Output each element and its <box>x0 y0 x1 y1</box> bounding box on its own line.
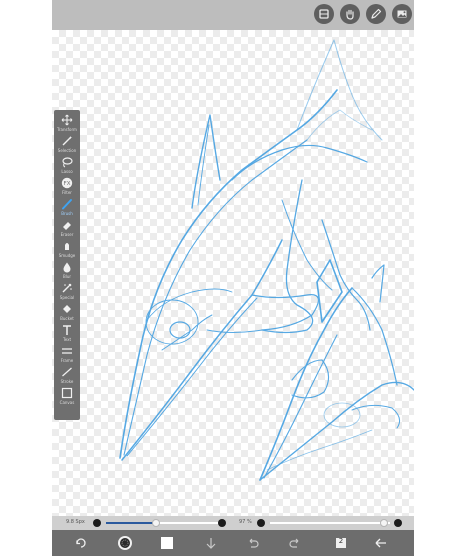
layers-icon[interactable] <box>314 4 334 24</box>
move-icon <box>61 114 73 126</box>
gallery-icon[interactable] <box>392 4 412 24</box>
tool-label: Special <box>59 295 75 300</box>
size-slider[interactable] <box>106 519 218 527</box>
text-icon <box>63 325 71 335</box>
top-bar <box>52 0 414 30</box>
tool-label: Bucket <box>60 316 74 321</box>
size-slider-fill <box>106 522 157 524</box>
pen-icon[interactable] <box>366 4 386 24</box>
tool-label: Transform <box>57 127 77 132</box>
canvas-icon <box>61 387 73 399</box>
tool-label: Text <box>62 337 72 342</box>
tool-label: Eraser <box>60 232 74 237</box>
redo-icon[interactable] <box>286 534 304 552</box>
smudge-icon <box>65 243 69 250</box>
back-arrow-icon[interactable] <box>372 534 390 552</box>
rotate-icon[interactable] <box>72 534 90 552</box>
special-icon <box>62 283 72 293</box>
dolphin-sketch <box>119 39 414 481</box>
svg-text:FX: FX <box>64 181 71 187</box>
layer-count: 2 <box>338 537 344 545</box>
app-frame: Transform Selection Lasso FX Filter Brus… <box>52 0 414 556</box>
opacity-increase-button[interactable] <box>394 519 402 527</box>
frame-icon <box>62 348 72 354</box>
stroke-icon <box>62 367 72 377</box>
bucket-icon <box>63 305 71 313</box>
tool-label: Filter <box>62 190 72 195</box>
opacity-slider-thumb[interactable] <box>380 519 388 527</box>
fx-icon: FX <box>61 177 73 189</box>
tool-canvas[interactable]: Canvas <box>54 387 80 414</box>
undo-icon[interactable] <box>244 534 262 552</box>
brush-slider-bar: 9.8 Spx 97 % <box>52 516 414 530</box>
size-increase-button[interactable] <box>218 519 226 527</box>
tool-label: Frame <box>60 358 74 363</box>
size-label: 9.8 Spx <box>66 519 85 525</box>
opacity-decrease-button[interactable] <box>257 519 265 527</box>
tool-label: Canvas <box>59 400 75 405</box>
tool-label: Blur <box>62 274 72 279</box>
hand-icon[interactable] <box>340 4 360 24</box>
drawing-canvas[interactable] <box>52 30 414 516</box>
layer-count-icon[interactable]: 2 <box>332 534 350 552</box>
tool-label: Selection <box>57 148 77 153</box>
color-swatch-icon[interactable] <box>158 534 176 552</box>
tool-label: Stroke <box>60 379 74 384</box>
download-icon[interactable] <box>202 534 220 552</box>
brush-palette-icon[interactable] <box>116 534 134 552</box>
tool-label: Smudge <box>58 253 76 258</box>
size-slider-thumb[interactable] <box>152 519 161 527</box>
size-decrease-button[interactable] <box>93 519 101 527</box>
opacity-slider-fill <box>270 522 384 524</box>
magic-wand-icon <box>62 136 73 146</box>
tool-palette: Transform Selection Lasso FX Filter Brus… <box>54 110 80 420</box>
lasso-icon <box>62 157 73 168</box>
brush-icon <box>62 199 72 210</box>
bottom-bar: 2 <box>52 530 414 556</box>
tool-label: Brush <box>61 211 73 216</box>
droplet-icon <box>63 262 71 273</box>
opacity-slider[interactable] <box>270 519 390 527</box>
eraser-icon <box>63 222 71 230</box>
tool-label: Lasso <box>61 169 73 174</box>
opacity-label: 97 % <box>239 519 252 525</box>
